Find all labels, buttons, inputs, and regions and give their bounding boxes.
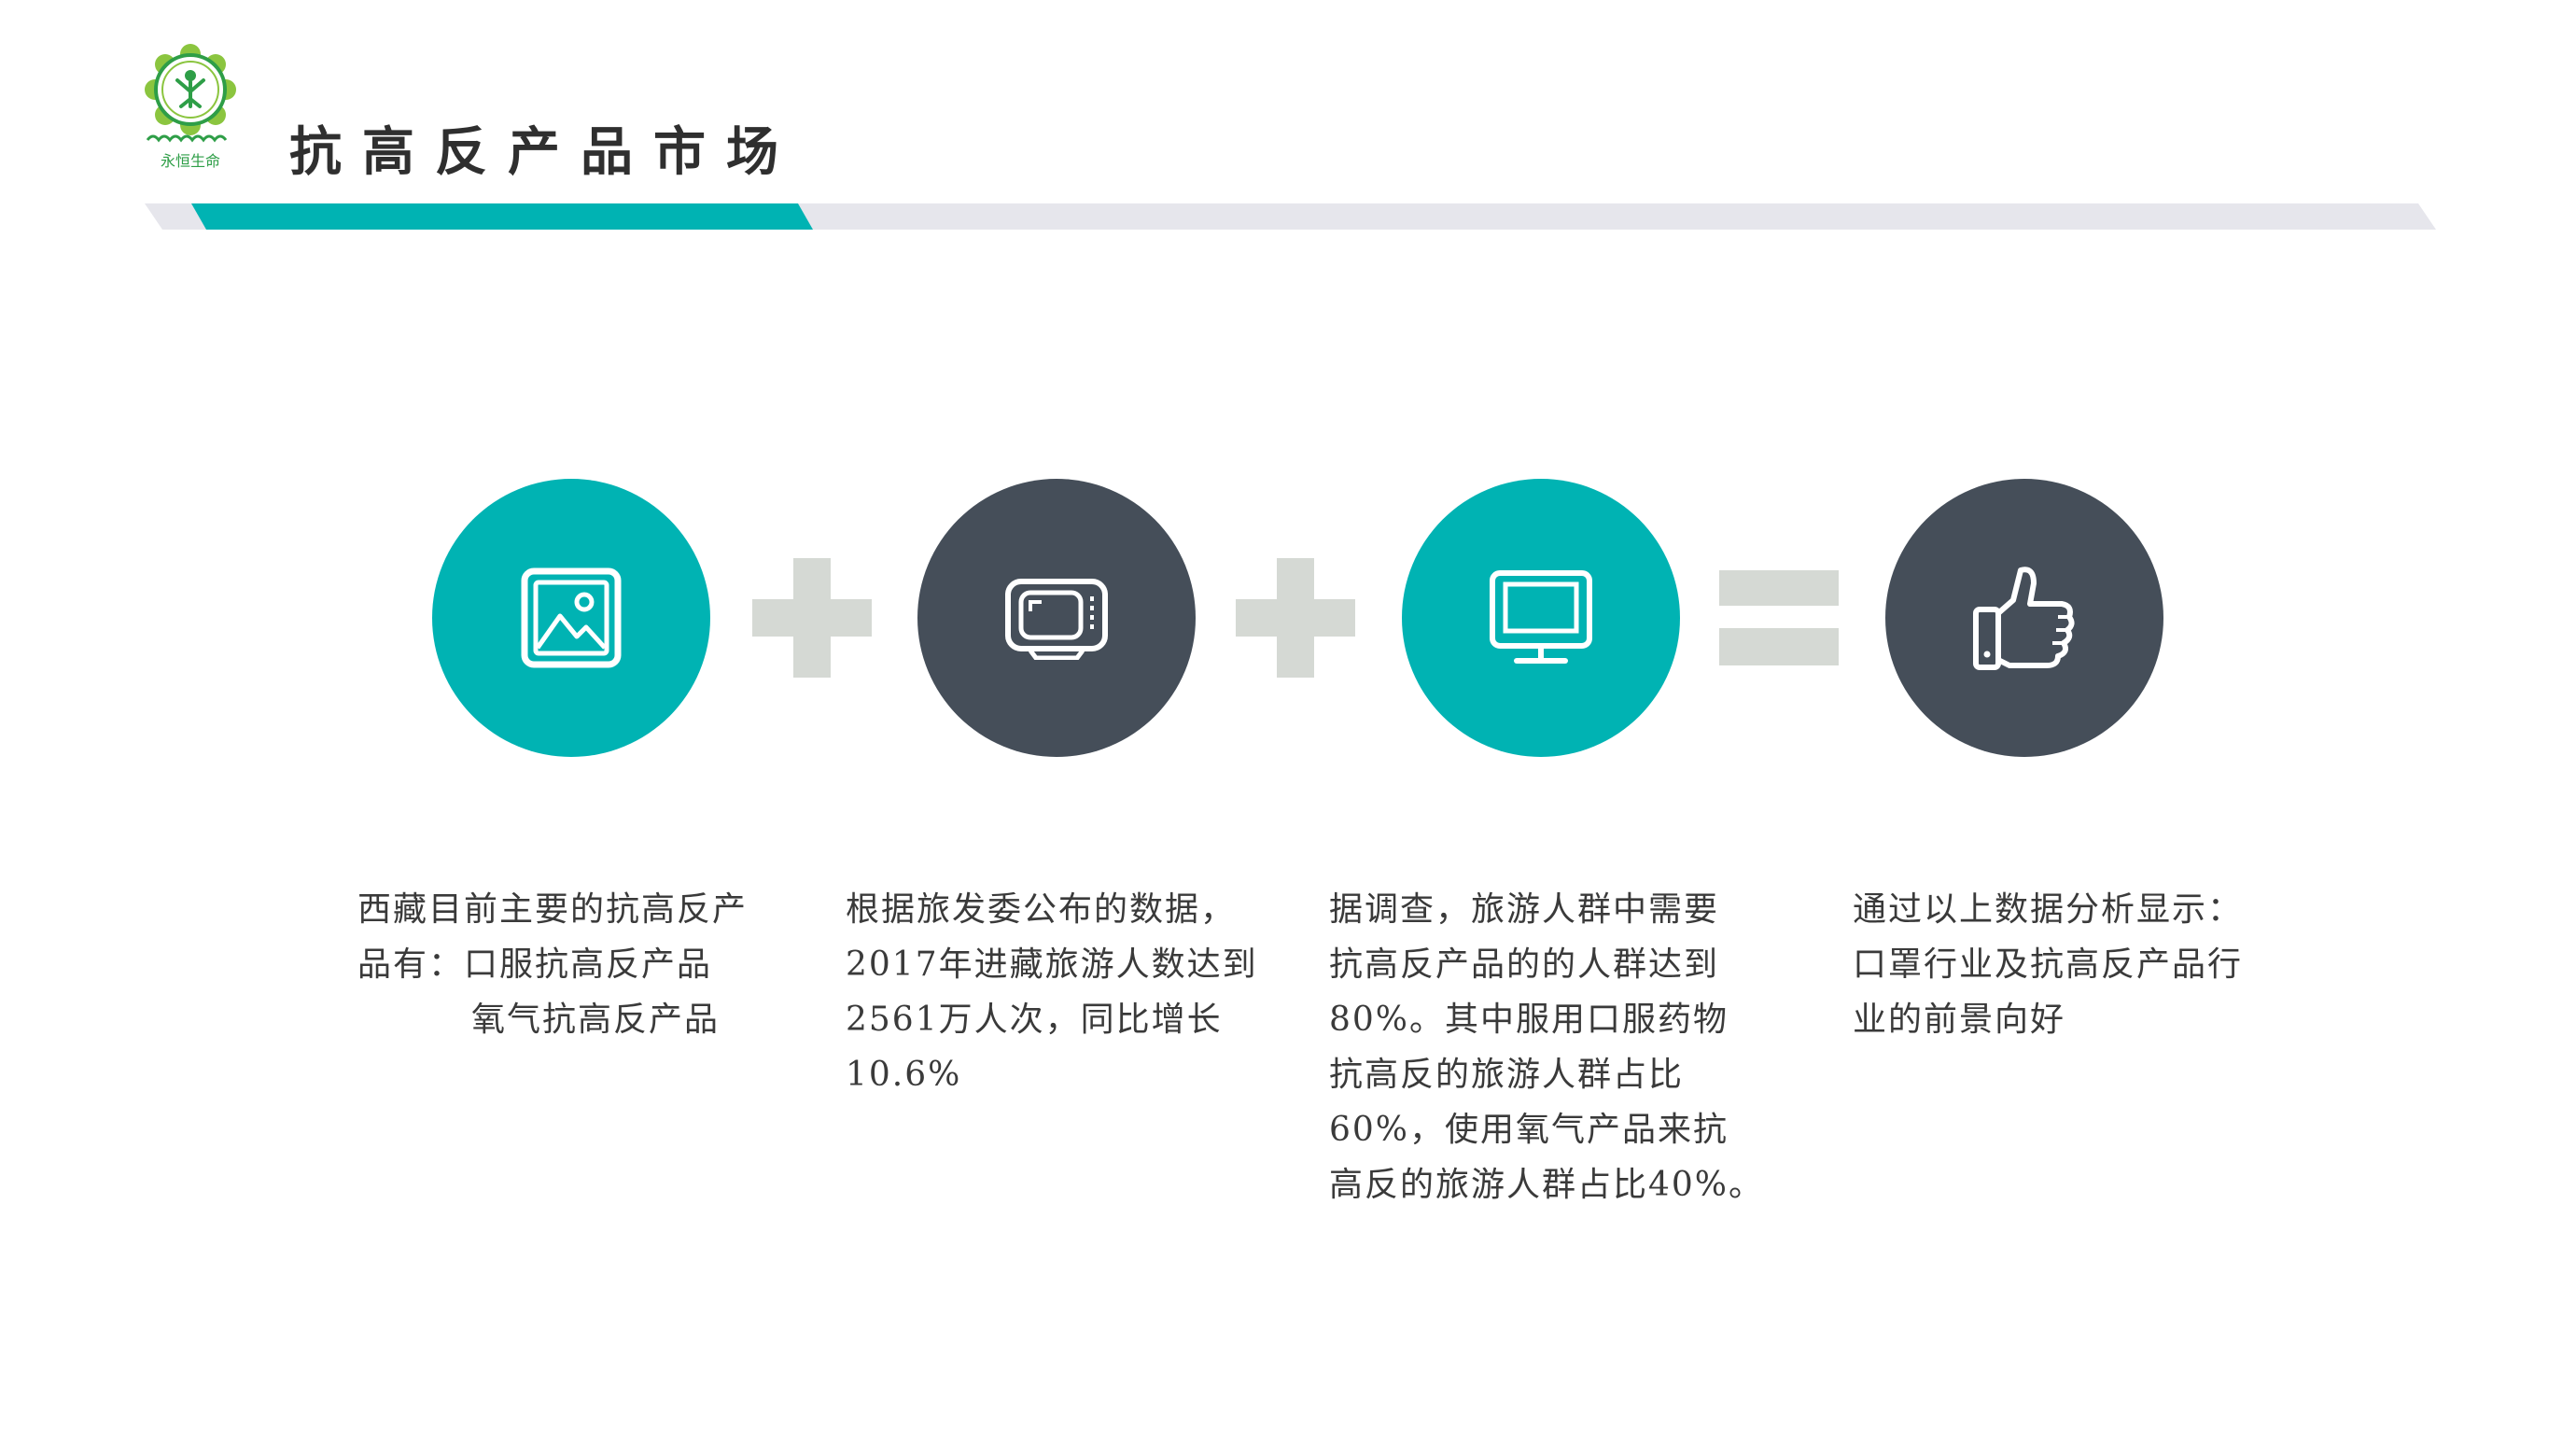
description-line: 抗高反产品的的人群达到 (1329, 945, 1720, 984)
description-line: 西藏目前主要的抗高反产 (357, 890, 749, 929)
description-line: 品有：口服抗高反产品 (357, 945, 713, 984)
description-2: 根据旅发委公布的数据， 2017年进藏旅游人数达到 2561万人次，同比增长 1… (846, 882, 1258, 1102)
description-line: 通过以上数据分析显示： (1853, 890, 2244, 929)
description-line: 据调查，旅游人群中需要 (1329, 890, 1720, 929)
description-line: 60%，使用氧气产品来抗 (1329, 1111, 1729, 1149)
thumbs-up-circle (1885, 479, 2163, 757)
description-line: 根据旅发委公布的数据， (846, 890, 1237, 929)
header-divider-bar (145, 203, 2436, 230)
logo: 永恒生命 (119, 35, 261, 177)
description-line: 2017年进藏旅游人数达到 (846, 945, 1258, 984)
description-3: 据调查，旅游人群中需要 抗高反产品的的人群达到 80%。其中服用口服药物 抗高反… (1329, 882, 1764, 1212)
description-line: 高反的旅游人群占比40%。 (1329, 1166, 1765, 1204)
monitor-circle (1402, 479, 1680, 757)
monitor-icon (1490, 570, 1592, 664)
description-1: 西藏目前主要的抗高反产 品有：口服抗高反产品 氧气抗高反产品 (357, 882, 748, 1047)
plus-sign (1236, 558, 1355, 678)
description-line: 业的前景向好 (1853, 1001, 2066, 1039)
description-line: 氧气抗高反产品 (471, 1001, 721, 1039)
page-title: 抗高反产品市场 (289, 121, 799, 183)
picture-icon (521, 567, 622, 668)
logo-text: 永恒生命 (161, 152, 220, 170)
description-4: 通过以上数据分析显示： 口罩行业及抗高反产品行 业的前景向好 (1853, 882, 2243, 1047)
equals-sign (1719, 570, 1839, 665)
description-line: 抗高反的旅游人群占比 (1329, 1056, 1685, 1094)
tv-icon (1005, 579, 1108, 660)
logo-emblem: 永恒生命 (145, 44, 236, 170)
tv-circle (917, 479, 1196, 757)
plus-sign (752, 558, 872, 678)
description-line: 2561万人次，同比增长 (846, 1001, 1223, 1039)
thumbs-up-icon (1973, 567, 2075, 670)
description-line: 80%。其中服用口服药物 (1329, 1001, 1729, 1039)
description-line: 口罩行业及抗高反产品行 (1853, 945, 2244, 984)
description-line: 10.6% (846, 1056, 962, 1094)
picture-circle (432, 479, 710, 757)
